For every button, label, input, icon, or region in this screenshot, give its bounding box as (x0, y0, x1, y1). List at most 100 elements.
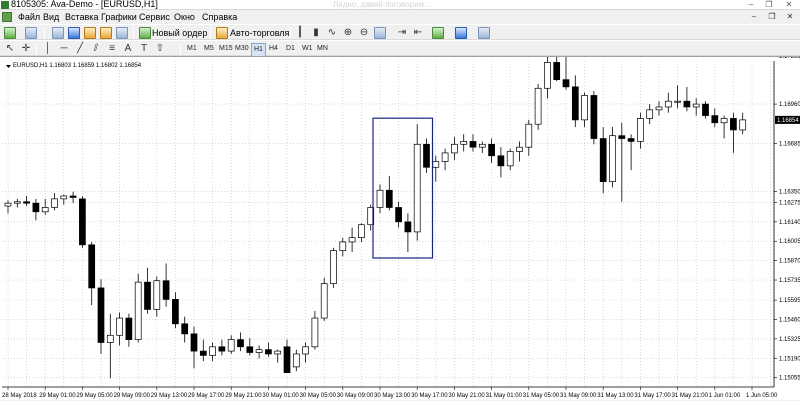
candle-body (562, 79, 570, 88)
candle-body (590, 95, 598, 139)
window-close-button[interactable]: ✕ (782, 0, 796, 9)
candle-body (376, 189, 384, 208)
x-tick-label: 31 May 05:00 (523, 393, 560, 399)
window-restore-button[interactable]: ❐ (762, 0, 776, 9)
candle-body (497, 155, 505, 167)
text-tool-icon[interactable]: A (122, 43, 134, 55)
standard-toolbar: Новый ордер Авто-торговля ┃ ▮ ∿ ⊕ ⊖ ⇥ ⇤ (0, 24, 800, 40)
candle-body (683, 100, 691, 108)
profiles-icon[interactable] (25, 27, 37, 39)
y-tick-label: 1.15190 (779, 356, 800, 362)
candle-body (525, 123, 533, 148)
candle-body (544, 62, 551, 89)
autoscroll-icon[interactable]: ⇥ (396, 27, 408, 39)
candle-body (664, 100, 672, 108)
candle-body (609, 135, 616, 182)
price-chart[interactable]: 1.17295 1.16960 1.16685 1.16350 1.16275 1.161… (0, 57, 800, 401)
mdi-minimize-button[interactable]: – (748, 11, 760, 23)
candle-body (441, 152, 449, 162)
zoom-out-icon[interactable]: ⊖ (358, 27, 370, 39)
timeframe-w1[interactable]: W1 (300, 43, 315, 55)
tester-icon[interactable] (116, 27, 128, 39)
mdi-close-button[interactable]: ✕ (784, 11, 796, 23)
menu-bar: Файл Вид Вставка Графики Сервис Окно Спр… (0, 10, 800, 24)
candle-body (460, 141, 468, 145)
chart-header-arrow-icon (6, 65, 11, 68)
menu-window[interactable]: Окно (171, 11, 198, 23)
auto-trading-button[interactable]: Авто-торговля (230, 27, 289, 39)
market-watch-icon[interactable] (52, 27, 64, 39)
candle-body (134, 281, 142, 340)
candle-body (97, 287, 105, 343)
candle-body (181, 323, 189, 335)
data-window-icon[interactable] (68, 27, 80, 39)
menu-view[interactable]: Вид (40, 11, 62, 23)
vertical-line-icon[interactable]: │ (42, 43, 54, 55)
zoom-in-icon[interactable]: ⊕ (342, 27, 354, 39)
candle-body (637, 118, 644, 142)
candle-body (116, 317, 123, 336)
candle-body (311, 317, 319, 348)
navigator-icon[interactable] (84, 27, 96, 39)
x-tick-label: 30 May 13:00 (374, 393, 411, 399)
candle-body (51, 198, 58, 208)
candle-body (255, 349, 263, 353)
toolbar-separator (36, 43, 37, 55)
candle-body (172, 299, 179, 325)
candle-body (711, 115, 719, 124)
x-tick-label: 31 May 17:00 (634, 393, 671, 399)
mdi-restore-button[interactable]: ❐ (766, 11, 778, 23)
timeframe-m1[interactable]: M1 (185, 43, 199, 55)
crosshair-icon[interactable]: ✛ (20, 43, 32, 55)
candle-body (153, 280, 161, 310)
candle-body (404, 221, 412, 233)
timeframe-m5[interactable]: M5 (202, 43, 216, 55)
candle-body (106, 334, 114, 343)
highlight-box (372, 117, 434, 259)
templates-icon[interactable] (478, 27, 490, 39)
x-tick-label: 28 May 2018 (2, 393, 37, 399)
chart-window-icon[interactable] (2, 12, 12, 22)
x-tick-label: 30 May 17:00 (411, 393, 448, 399)
timeframe-mn[interactable]: MN (315, 43, 330, 55)
horizontal-line-icon[interactable]: ─ (58, 43, 70, 55)
candle-body (469, 141, 477, 148)
new-order-button[interactable]: Новый ордер (152, 27, 207, 39)
label-tool-icon[interactable]: T (138, 43, 150, 55)
menu-file[interactable]: Файл (15, 11, 43, 23)
cursor-icon[interactable]: ↖ (4, 43, 16, 55)
window-minimize-button[interactable]: – (744, 0, 758, 9)
auto-trading-icon[interactable] (216, 27, 228, 39)
line-chart-icon[interactable]: ∿ (326, 27, 338, 39)
candlestick-chart-icon[interactable]: ▮ (310, 27, 322, 39)
indicators-icon[interactable] (432, 27, 444, 39)
equidistant-channel-icon[interactable]: ⫽ (90, 43, 102, 55)
timeframe-h1[interactable]: H1 (251, 43, 266, 57)
candle-body (292, 353, 300, 368)
timeframe-h4[interactable]: H4 (267, 43, 280, 55)
terminal-icon[interactable] (100, 27, 112, 39)
y-tick-label: 1.16140 (779, 220, 800, 226)
candle-body (144, 281, 151, 310)
bar-chart-icon[interactable]: ┃ (294, 27, 306, 39)
timeframe-d1[interactable]: D1 (284, 43, 297, 55)
timeframe-m30[interactable]: M30 (233, 43, 251, 55)
chart-shift-icon[interactable]: ⇤ (412, 27, 424, 39)
new-chart-icon[interactable] (4, 27, 16, 39)
timeframe-m15[interactable]: M15 (217, 43, 235, 55)
menu-charts[interactable]: Графики (98, 11, 140, 23)
chart-window[interactable]: 1.17295 1.16960 1.16685 1.16350 1.16275 1.161… (0, 56, 800, 400)
candle-body (618, 135, 626, 139)
menu-tools[interactable]: Сервис (136, 11, 173, 23)
tile-windows-icon[interactable] (374, 27, 386, 39)
fibonacci-icon[interactable]: ≡ (106, 43, 118, 55)
x-tick-label: 29 May 21:00 (225, 393, 262, 399)
new-order-icon[interactable] (139, 27, 151, 39)
arrows-icon[interactable]: ⇧ (154, 43, 166, 55)
candle-body (730, 118, 737, 131)
menu-insert[interactable]: Вставка (62, 11, 101, 23)
menu-help[interactable]: Справка (199, 11, 240, 23)
candle-body (599, 138, 607, 182)
periods-icon[interactable] (455, 27, 467, 39)
trendline-icon[interactable]: ╱ (74, 43, 86, 55)
